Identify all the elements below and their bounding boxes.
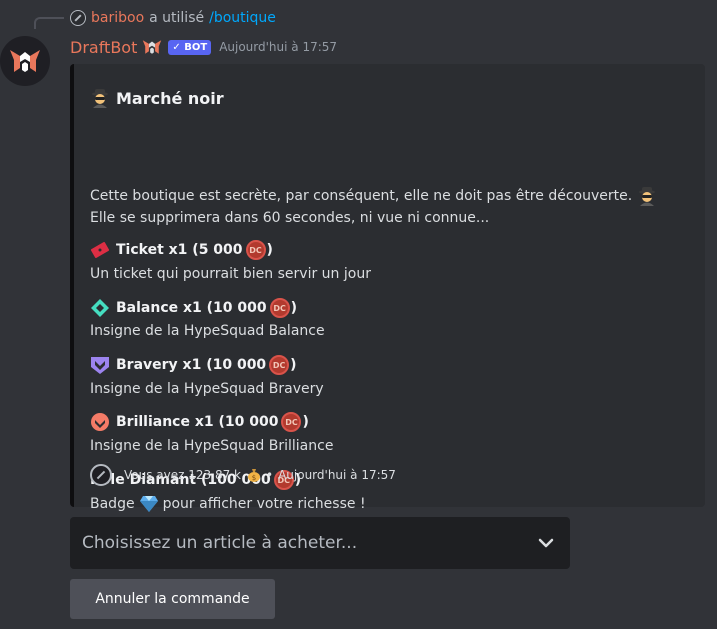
reply-command[interactable]: /boutique (209, 10, 276, 26)
item-name: Brilliance x1 (10 000 (116, 414, 279, 430)
svg-text:$: $ (252, 474, 256, 482)
draftcoin-icon: DC (269, 355, 290, 375)
item-title-bravery: Bravery x1 (10 000 DC ) (90, 355, 297, 375)
item-name: Bravery x1 (10 000 (116, 357, 267, 373)
item-description-ticket: Un ticket qui pourrait bien servir un jo… (90, 266, 371, 282)
item-description-brilliance: Insigne de la HypeSquad Brilliance (90, 438, 334, 454)
reply-avatar[interactable] (70, 10, 86, 26)
item-title-ticket: Ticket x1 (5 000 DC ) (90, 240, 273, 260)
item-name-suffix: ) (302, 414, 309, 430)
item-description-balance: Insigne de la HypeSquad Balance (90, 323, 325, 339)
money-bag-icon: $ (248, 469, 260, 482)
embed-description-line-1: Cette boutique est secrète, par conséque… (90, 186, 657, 206)
gem-icon (139, 496, 158, 512)
hypesquad-balance-icon (90, 298, 110, 318)
item-description-bravery: Insigne de la HypeSquad Bravery (90, 381, 324, 397)
embed-description-line-2: Elle se supprimera dans 60 secondes, ni … (90, 210, 490, 226)
reply-action: a utilisé (149, 10, 205, 26)
bot-username[interactable]: DraftBot (70, 38, 137, 57)
item-name: Balance x1 (10 000 (116, 300, 267, 316)
hypesquad-bravery-icon (90, 355, 110, 375)
item-description-text: Badge (90, 496, 135, 512)
spy-icon (639, 187, 656, 206)
draftcoin-icon: DC (281, 412, 302, 432)
description-text-1: Cette boutique est secrète, par conséque… (90, 188, 633, 204)
footer-balance: Vous avez 123,87 k (124, 468, 241, 482)
item-name: Ticket x1 (5 000 (116, 242, 243, 258)
draftcoin-icon: DC (245, 240, 266, 260)
item-name-suffix: ) (266, 242, 273, 258)
footer-avatar-icon (90, 464, 112, 486)
shop-embed: Marché noir Cette boutique est secrète, … (70, 64, 705, 512)
item-description-text: pour afficher votre richesse ! (162, 496, 366, 512)
reply-context[interactable]: bariboo a utilisé /boutique (70, 8, 276, 28)
spy-icon (92, 89, 108, 108)
select-placeholder: Choisissez un article à acheter... (82, 533, 358, 553)
bot-tag: ✓ BOT (168, 39, 212, 55)
cancel-order-button[interactable]: Annuler la commande (70, 579, 275, 619)
hypesquad-brilliance-icon (90, 412, 110, 432)
item-title-brilliance: Brilliance x1 (10 000 DC ) (90, 412, 309, 432)
message-header: DraftBot ✓ BOT Aujourd'hui à 17:57 (70, 36, 337, 58)
embed-title: Marché noir (90, 88, 224, 108)
embed-title-text: Marché noir (116, 88, 224, 108)
draftbot-logo-icon (10, 50, 40, 72)
item-description-diamond-role: Badge pour afficher votre richesse ! (90, 495, 366, 513)
item-title-balance: Balance x1 (10 000 DC ) (90, 298, 297, 318)
footer-separator: • (266, 468, 274, 482)
article-select[interactable]: Choisissez un article à acheter... (70, 517, 570, 569)
chevron-down-icon (538, 538, 554, 548)
draftbot-badge-icon (141, 39, 163, 55)
item-name-suffix: ) (290, 300, 298, 316)
bot-avatar[interactable] (0, 36, 50, 86)
ticket-icon (90, 240, 110, 260)
embed-footer: Vous avez 123,87 k $ • Aujourd'hui à 17:… (90, 464, 396, 486)
reply-username[interactable]: bariboo (91, 10, 144, 26)
message-timestamp: Aujourd'hui à 17:57 (219, 40, 338, 54)
footer-timestamp: Aujourd'hui à 17:57 (278, 468, 396, 482)
reply-spine (34, 17, 64, 29)
item-name-suffix: ) (290, 357, 297, 373)
draftcoin-icon: DC (269, 298, 290, 318)
